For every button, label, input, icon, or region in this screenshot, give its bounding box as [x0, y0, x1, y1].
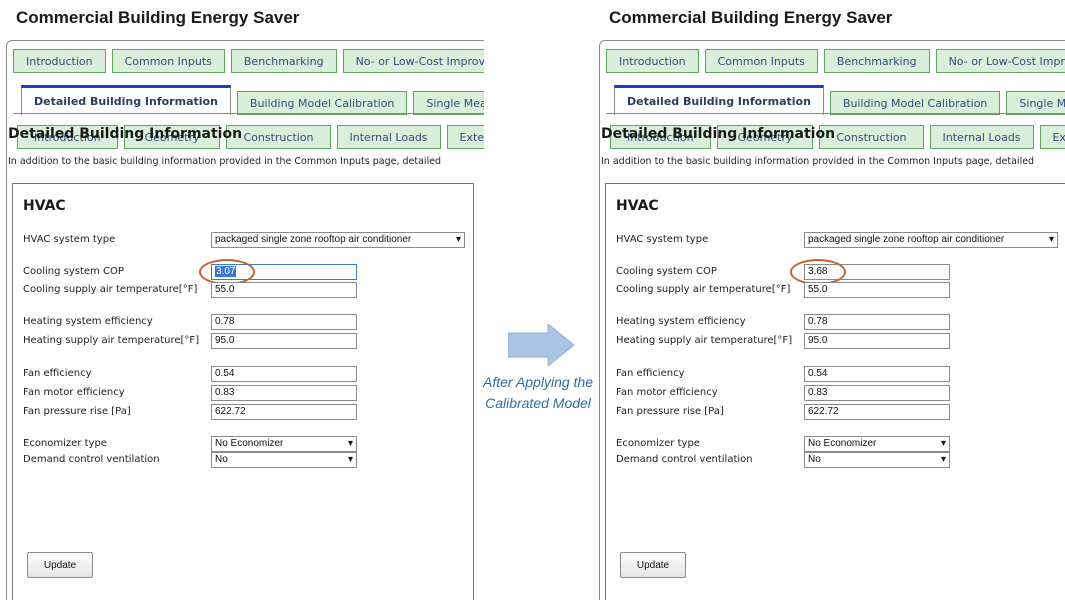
system-type-value: packaged single zone rooftop air conditi…: [808, 234, 1005, 245]
tab-benchmarking[interactable]: Benchmarking: [230, 49, 337, 73]
fan-eff-input[interactable]: 0.54: [804, 366, 950, 382]
app-title: Commercial Building Energy Saver: [609, 8, 893, 27]
tab-divider: [606, 113, 1065, 114]
label-fan-motor-eff: Fan motor efficiency: [616, 387, 718, 398]
tab-exterior[interactable]: Exterior: [1039, 125, 1065, 149]
fan-pressure-input[interactable]: 622.72: [804, 404, 950, 420]
hvac-title: HVAC: [23, 198, 66, 214]
economizer-select[interactable]: No Economizer: [211, 436, 357, 452]
label-cooling-cop: Cooling system COP: [23, 266, 124, 277]
dcv-value: No: [808, 454, 821, 465]
panel-before: Commercial Building Energy Saver Introdu…: [0, 0, 484, 600]
section-heading: Detailed Building Information: [601, 126, 836, 142]
tab-detailed-building-info[interactable]: Detailed Building Information: [21, 85, 231, 115]
heating-eff-input[interactable]: 0.78: [211, 314, 357, 330]
tab-construction[interactable]: Construction: [226, 125, 331, 149]
label-heating-eff: Heating system efficiency: [23, 316, 153, 327]
tab-construction[interactable]: Construction: [819, 125, 924, 149]
economizer-value: No Economizer: [215, 438, 284, 449]
economizer-select[interactable]: No Economizer: [804, 436, 950, 452]
label-system-type: HVAC system type: [23, 234, 116, 245]
label-dcv: Demand control ventilation: [23, 454, 160, 465]
dcv-select[interactable]: No: [804, 452, 950, 468]
hvac-panel: HVAC HVAC system type packaged single zo…: [12, 183, 474, 600]
label-fan-eff: Fan efficiency: [23, 368, 92, 379]
system-type-select[interactable]: packaged single zone rooftop air conditi…: [211, 232, 465, 248]
heating-supply-input[interactable]: 95.0: [211, 333, 357, 349]
cooling-supply-input[interactable]: 55.0: [804, 282, 950, 298]
sub-tab-row: Detailed Building Information Building M…: [21, 85, 484, 115]
fan-motor-eff-value: 0.83: [215, 387, 235, 398]
tab-no-low-cost[interactable]: No- or Low-Cost Improvements: [342, 49, 484, 73]
tab-no-low-cost[interactable]: No- or Low-Cost Improvements: [935, 49, 1065, 73]
label-economizer: Economizer type: [616, 438, 700, 449]
heating-supply-input[interactable]: 95.0: [804, 333, 950, 349]
tab-internal-loads[interactable]: Internal Loads: [336, 125, 441, 149]
tab-internal-loads[interactable]: Internal Loads: [929, 125, 1034, 149]
system-type-value: packaged single zone rooftop air conditi…: [215, 234, 412, 245]
label-heating-supply: Heating supply air temperature[°F]: [616, 335, 793, 346]
label-cooling-cop: Cooling system COP: [616, 266, 717, 277]
tab-introduction[interactable]: Introduction: [13, 49, 106, 73]
app-title: Commercial Building Energy Saver: [16, 8, 300, 27]
top-tab-row: Introduction Common Inputs Benchmarking …: [13, 49, 484, 73]
tab-detailed-building-info[interactable]: Detailed Building Information: [614, 85, 824, 115]
tab-model-calibration[interactable]: Building Model Calibration: [236, 91, 408, 115]
label-fan-pressure: Fan pressure rise [Pa]: [23, 406, 131, 417]
right-arrow-icon: [508, 324, 574, 366]
label-fan-pressure: Fan pressure rise [Pa]: [616, 406, 724, 417]
caption: After Applying the Calibrated Model: [483, 374, 593, 411]
label-system-type: HVAC system type: [616, 234, 709, 245]
label-cooling-supply: Cooling supply air temperature[°F]: [616, 284, 791, 295]
label-economizer: Economizer type: [23, 438, 107, 449]
dcv-select[interactable]: No: [211, 452, 357, 468]
cooling-supply-input[interactable]: 55.0: [211, 282, 357, 298]
cooling-supply-value: 55.0: [215, 284, 235, 295]
heating-supply-value: 95.0: [215, 335, 235, 346]
tab-exterior[interactable]: Exterior: [446, 125, 484, 149]
fan-motor-eff-value: 0.83: [808, 387, 828, 398]
sub-tab-row: Detailed Building Information Building M…: [614, 85, 1065, 115]
label-dcv: Demand control ventilation: [616, 454, 753, 465]
label-fan-motor-eff: Fan motor efficiency: [23, 387, 125, 398]
section-heading: Detailed Building Information: [8, 126, 243, 142]
heating-supply-value: 95.0: [808, 335, 828, 346]
tab-single-measure[interactable]: Single Measure Analysis: [1006, 91, 1065, 115]
tab-common-inputs[interactable]: Common Inputs: [111, 49, 225, 73]
tab-divider: [13, 113, 484, 114]
update-button[interactable]: Update: [620, 552, 686, 578]
panel-after: Commercial Building Energy Saver Introdu…: [593, 0, 1065, 600]
top-tab-row: Introduction Common Inputs Benchmarking …: [606, 49, 1065, 73]
fan-eff-value: 0.54: [808, 368, 828, 379]
fan-pressure-input[interactable]: 622.72: [211, 404, 357, 420]
update-button[interactable]: Update: [27, 552, 93, 578]
fan-eff-value: 0.54: [215, 368, 235, 379]
tab-common-inputs[interactable]: Common Inputs: [704, 49, 818, 73]
hvac-panel: HVAC HVAC system type packaged single zo…: [605, 183, 1065, 600]
intro-text: In addition to the basic building inform…: [8, 156, 442, 167]
fan-motor-eff-input[interactable]: 0.83: [804, 385, 950, 401]
label-heating-eff: Heating system efficiency: [616, 316, 746, 327]
heating-eff-value: 0.78: [215, 316, 235, 327]
label-heating-supply: Heating supply air temperature[°F]: [23, 335, 200, 346]
tab-single-measure[interactable]: Single Measure Analysis: [413, 91, 484, 115]
fan-motor-eff-input[interactable]: 0.83: [211, 385, 357, 401]
label-cooling-supply: Cooling supply air temperature[°F]: [23, 284, 198, 295]
label-fan-eff: Fan efficiency: [616, 368, 685, 379]
tab-model-calibration[interactable]: Building Model Calibration: [829, 91, 1001, 115]
economizer-value: No Economizer: [808, 438, 877, 449]
cooling-supply-value: 55.0: [808, 284, 828, 295]
heating-eff-value: 0.78: [808, 316, 828, 327]
intro-text: In addition to the basic building inform…: [601, 156, 1035, 167]
fan-pressure-value: 622.72: [808, 406, 839, 417]
hvac-title: HVAC: [616, 198, 659, 214]
system-type-select[interactable]: packaged single zone rooftop air conditi…: [804, 232, 1058, 248]
tab-introduction[interactable]: Introduction: [606, 49, 699, 73]
tab-benchmarking[interactable]: Benchmarking: [823, 49, 930, 73]
fan-pressure-value: 622.72: [215, 406, 246, 417]
heating-eff-input[interactable]: 0.78: [804, 314, 950, 330]
fan-eff-input[interactable]: 0.54: [211, 366, 357, 382]
dcv-value: No: [215, 454, 228, 465]
